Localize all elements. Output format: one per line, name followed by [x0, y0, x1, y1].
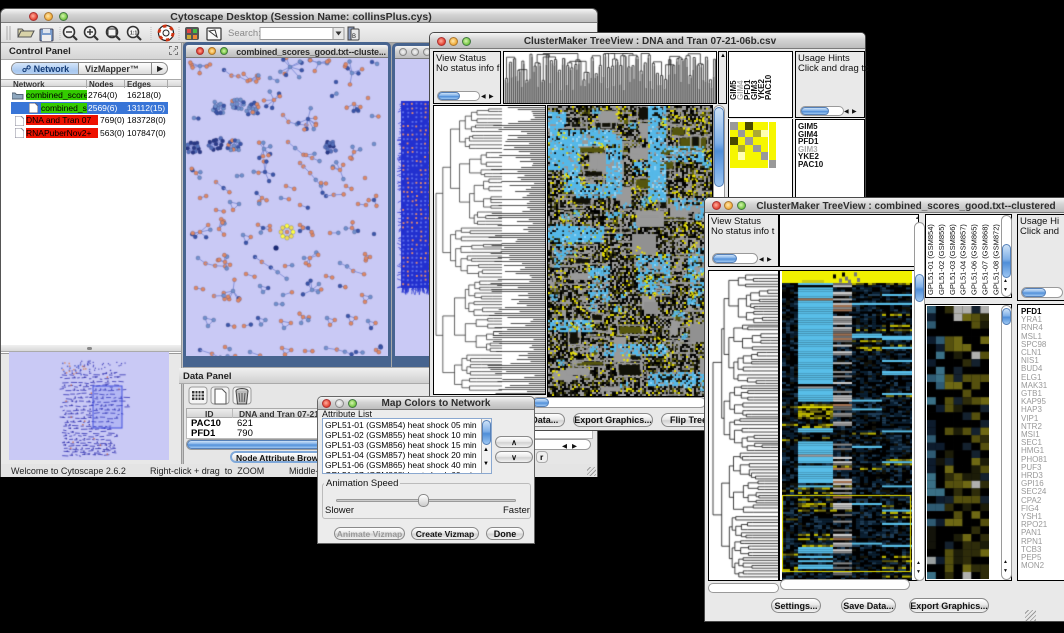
svg-text:GPL51-01 (GSM854): GPL51-01 (GSM854) [926, 224, 935, 295]
svg-text:GPL51-04 (GSM857): GPL51-04 (GSM857) [959, 224, 968, 295]
svg-text:GPL51-02 (GSM855): GPL51-02 (GSM855) [937, 224, 946, 295]
svg-text:GPL51-08 (GSM872): GPL51-08 (GSM872) [991, 224, 1000, 295]
svg-text:PAC10: PAC10 [764, 74, 773, 100]
svg-text:1:1: 1:1 [130, 31, 137, 37]
svg-text:GPL51-06 (GSM865): GPL51-06 (GSM865) [970, 224, 979, 295]
svg-text:GPL51-03 (GSM856): GPL51-03 (GSM856) [948, 224, 957, 295]
svg-text:Search:: Search: [228, 28, 261, 39]
svg-text:B: B [352, 34, 356, 40]
svg-text:GPL51-07 (GSM868): GPL51-07 (GSM868) [981, 224, 990, 295]
